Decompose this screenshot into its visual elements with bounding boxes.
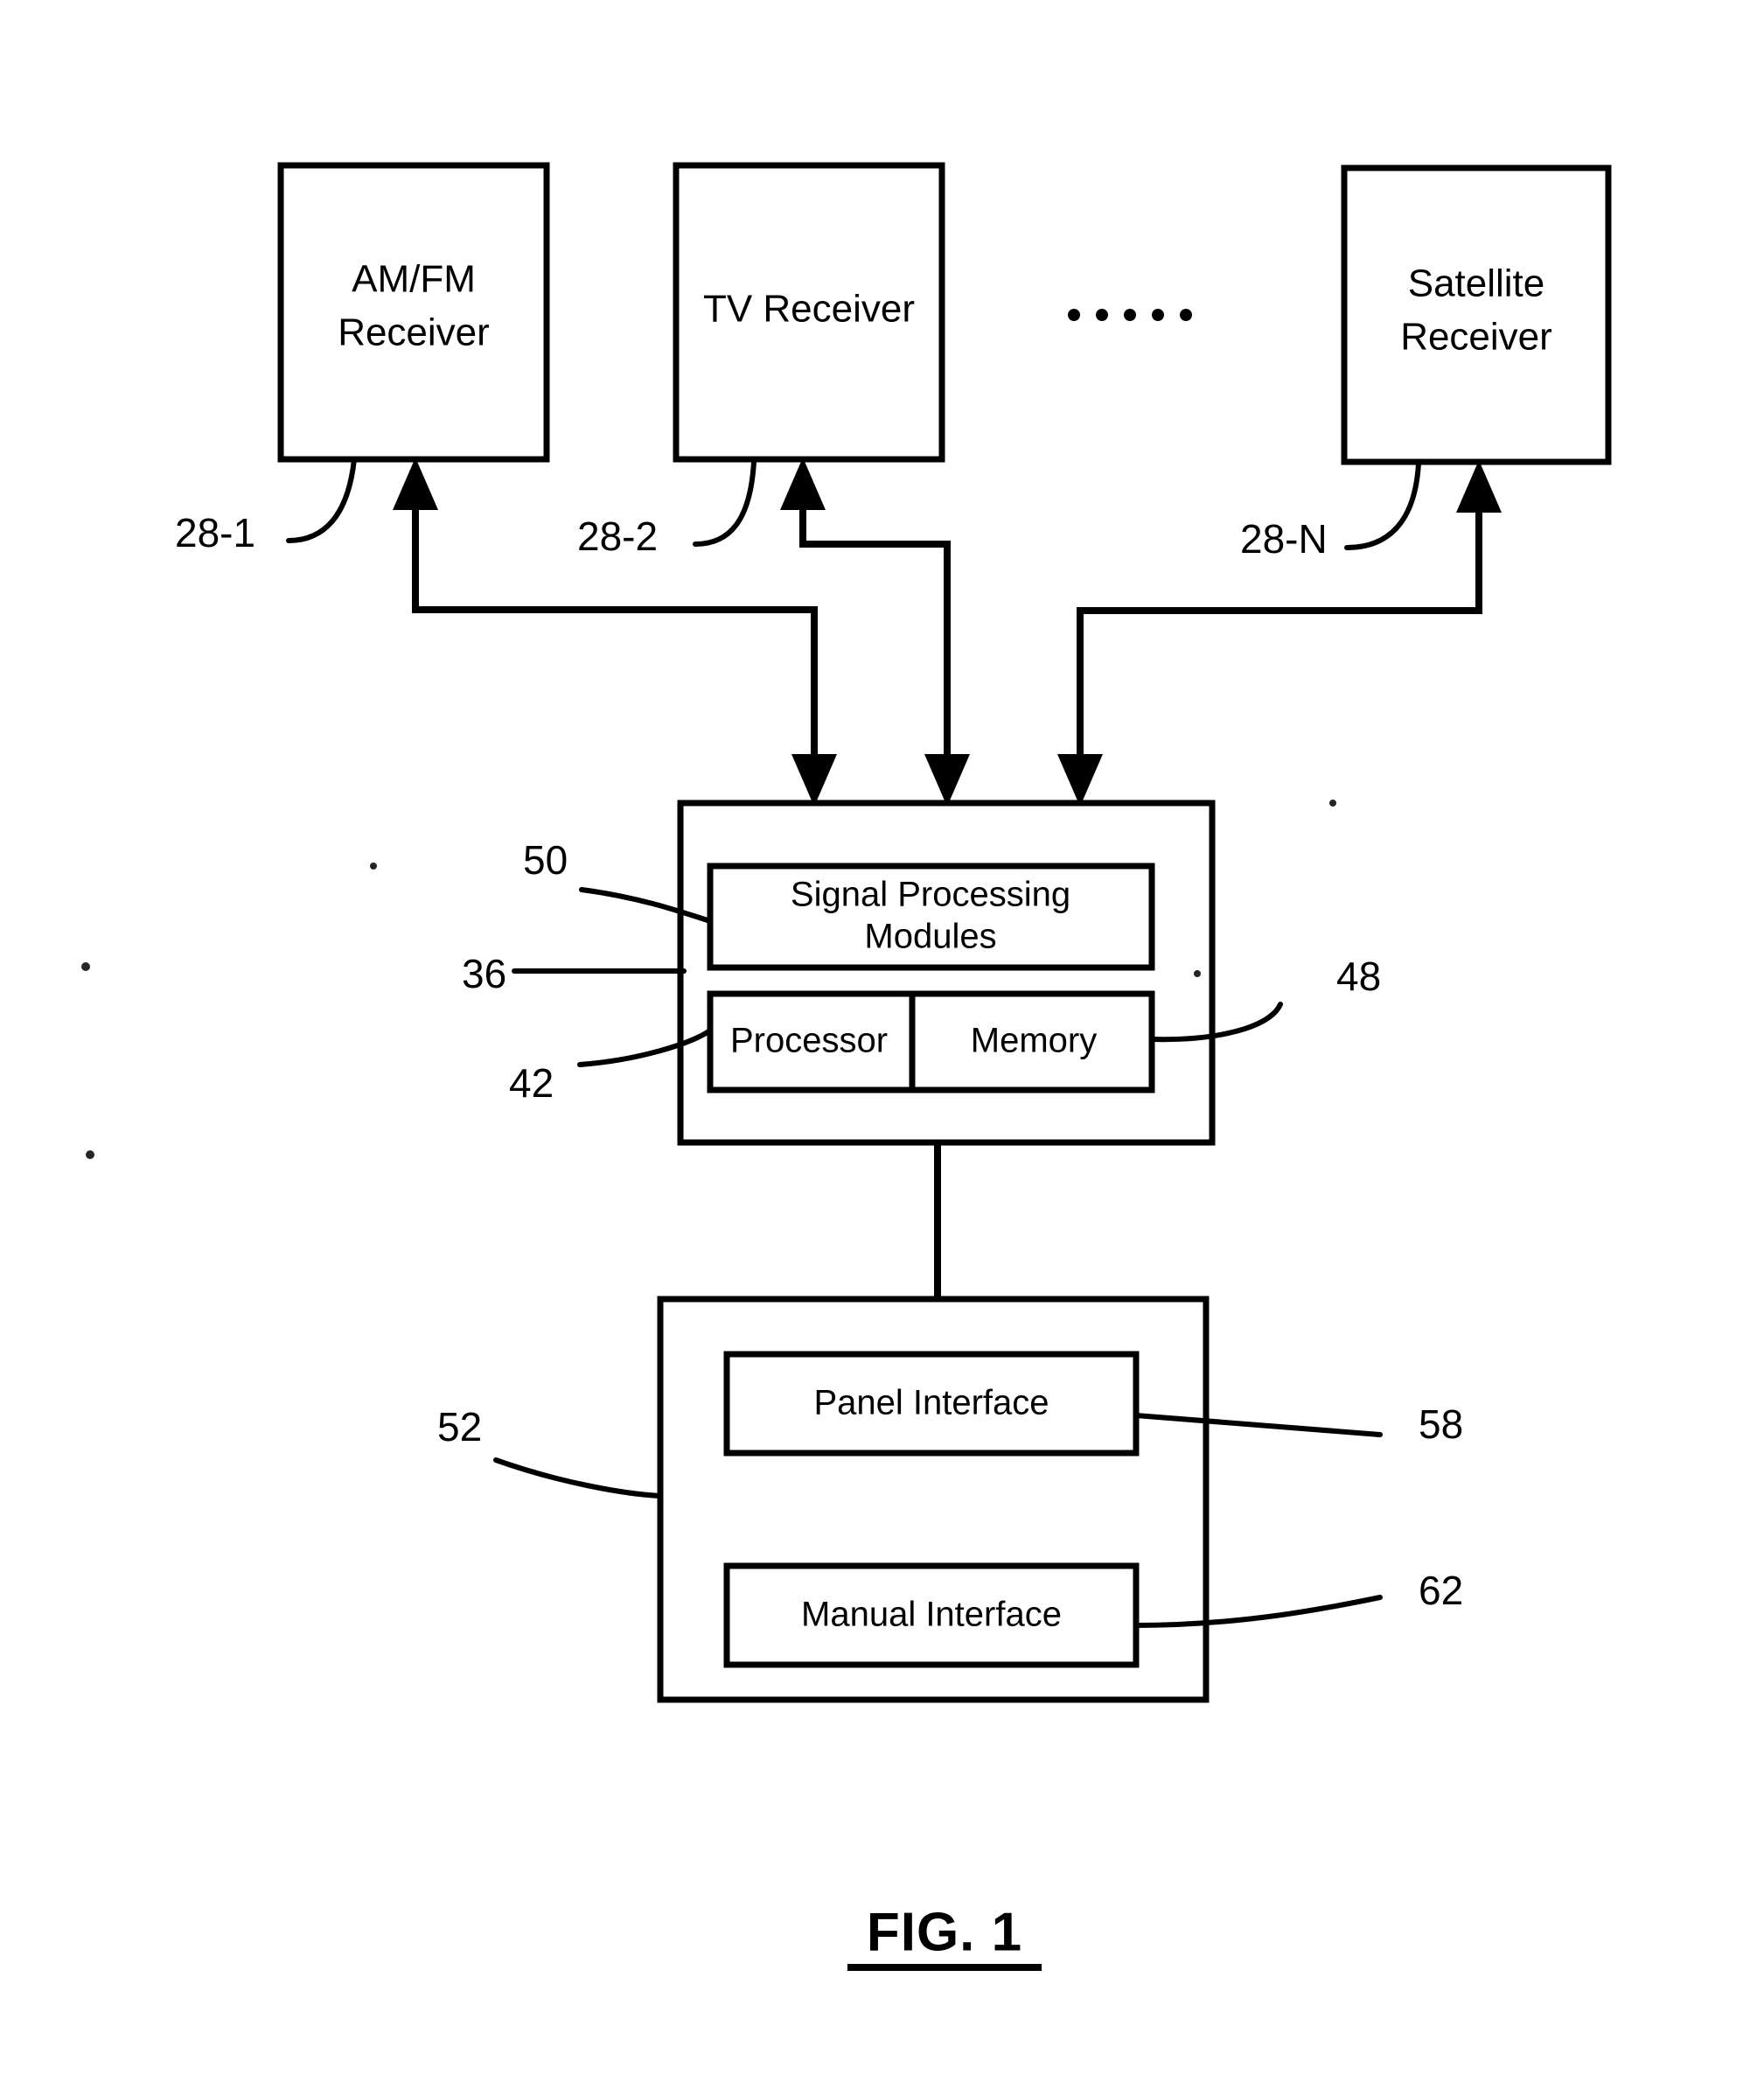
arrowhead-up-tv bbox=[780, 458, 826, 510]
interface-unit[interactable]: Panel Interface Manual Interface bbox=[657, 1296, 1210, 1703]
receiver-satellite-label-line2: Receiver bbox=[1400, 316, 1552, 359]
figure-canvas: AM/FM Receiver TV Receiver Satellite Rec… bbox=[81, 162, 1612, 1971]
figure-caption: FIG. 1 bbox=[847, 1902, 1042, 1971]
receiver-satellite[interactable]: Satellite Receiver bbox=[1341, 164, 1612, 465]
receiver-amfm[interactable]: AM/FM Receiver bbox=[277, 162, 550, 463]
ref-36-text: 36 bbox=[462, 951, 506, 996]
arrowhead-down-tv bbox=[924, 754, 970, 807]
receiver-amfm-label-line2: Receiver bbox=[338, 311, 490, 354]
ref-28-N-text: 28-N bbox=[1240, 516, 1328, 562]
ref-28-2-text: 28-2 bbox=[577, 514, 658, 559]
ref-50-text: 50 bbox=[523, 837, 568, 883]
receiver-satellite-label-line1: Satellite bbox=[1408, 262, 1545, 305]
ref-52-text: 52 bbox=[437, 1404, 482, 1450]
figure-caption-text: FIG. 1 bbox=[867, 1902, 1022, 1962]
receiver-amfm-label-line1: AM/FM bbox=[352, 258, 476, 301]
ref-28-N: 28-N bbox=[1240, 461, 1421, 562]
ref-28-1-text: 28-1 bbox=[175, 510, 255, 555]
wire-amfm-to-processor bbox=[393, 458, 837, 807]
ref-28-2: 28-2 bbox=[577, 459, 756, 559]
ref-62-text: 62 bbox=[1419, 1568, 1463, 1613]
signal-processing-modules-label-line1: Signal Processing bbox=[791, 876, 1070, 914]
processor-label: Processor bbox=[730, 1022, 888, 1060]
arrowhead-down-satellite bbox=[1057, 754, 1103, 807]
ref-58-text: 58 bbox=[1419, 1401, 1463, 1447]
processing-unit[interactable]: Signal Processing Modules Processor Memo… bbox=[677, 800, 1216, 1146]
ref-42-text: 42 bbox=[509, 1060, 554, 1106]
arrowhead-up-amfm bbox=[393, 458, 438, 510]
ref-28-1: 28-1 bbox=[175, 457, 357, 555]
receiver-tv[interactable]: TV Receiver bbox=[673, 162, 945, 463]
ellipsis-dots bbox=[1068, 309, 1192, 321]
signal-processing-modules-label-line2: Modules bbox=[864, 918, 996, 956]
wire-satellite-to-processor bbox=[1057, 460, 1502, 807]
arrowhead-down-amfm bbox=[791, 754, 837, 807]
ref-52: 52 bbox=[437, 1404, 663, 1499]
panel-interface-label: Panel Interface bbox=[813, 1384, 1049, 1422]
ref-48-text: 48 bbox=[1336, 954, 1381, 999]
ref-36: 36 bbox=[462, 951, 687, 996]
memory-label: Memory bbox=[971, 1022, 1097, 1060]
manual-interface-label: Manual Interface bbox=[801, 1596, 1062, 1634]
patent-figure: AM/FM Receiver TV Receiver Satellite Rec… bbox=[0, 0, 1764, 2082]
receiver-tv-label-line1: TV Receiver bbox=[703, 288, 915, 331]
arrowhead-up-satellite bbox=[1456, 460, 1502, 513]
